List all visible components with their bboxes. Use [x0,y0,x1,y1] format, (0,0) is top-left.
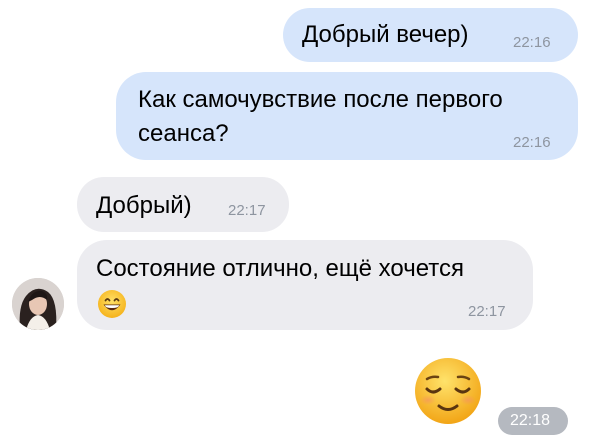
relieved-face-emoji-icon [413,356,483,426]
contact-avatar[interactable] [12,278,64,330]
message-line: Как самочувствие после первого [138,86,503,113]
message-time: 22:18 [510,412,551,429]
message-time-pill: 22:18 [498,407,568,435]
grinning-face-emoji-icon [97,289,127,324]
avatar-image [12,278,64,330]
message-time: 22:16 [513,34,551,51]
message-text: Добрый) [96,192,192,219]
incoming-message-bubble[interactable]: Добрый) 22:17 [77,177,289,232]
message-text: Добрый вечер) [302,21,469,48]
message-time: 22:17 [228,202,266,219]
message-time: 22:16 [513,134,551,151]
incoming-message-bubble[interactable]: Состояние отлично, ещё хочется 22:17 [77,240,533,330]
message-text: Как самочувствие после первого сеанса? [138,83,568,151]
message-line: сеанса? [138,120,229,147]
message-time: 22:17 [468,303,506,320]
outgoing-message-bubble[interactable]: Как самочувствие после первого сеанса? 2… [116,72,578,160]
outgoing-message-bubble[interactable]: Добрый вечер) 22:16 [283,8,578,62]
message-text: Состояние отлично, ещё хочется [96,255,464,282]
chat-screen: { "messages": [ { "text": "Добрый вечер)… [0,0,597,435]
